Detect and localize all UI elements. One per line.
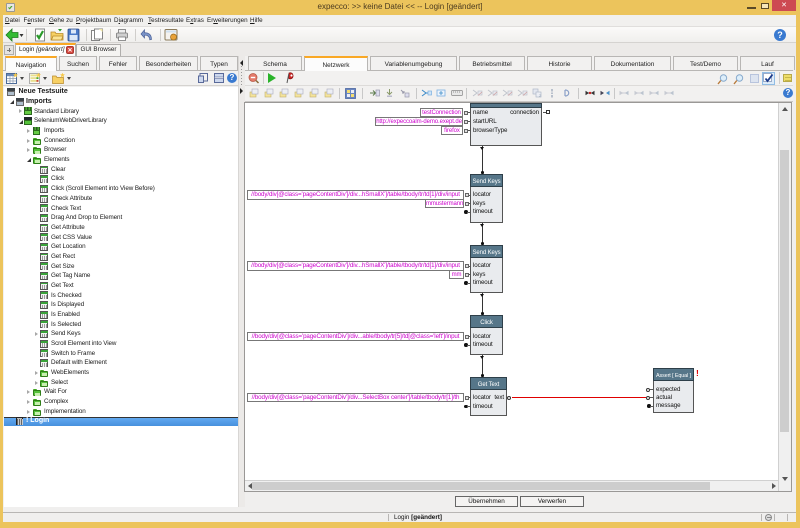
svg-text:2: 2 bbox=[539, 93, 542, 98]
